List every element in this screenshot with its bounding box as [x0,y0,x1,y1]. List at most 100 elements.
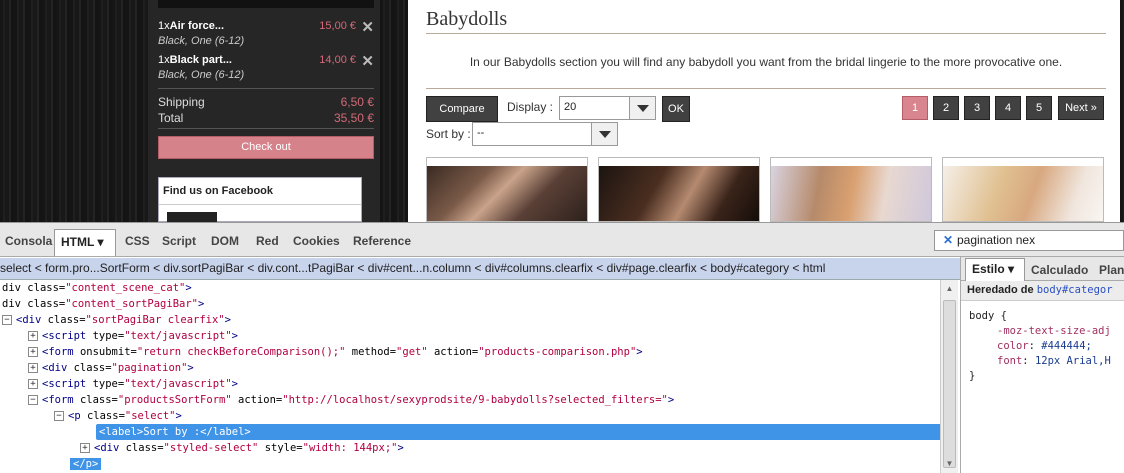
product-thumbnail[interactable] [426,157,588,222]
breadcrumb-item[interactable]: div.sortPagiBar [163,261,243,275]
chevron-down-icon[interactable] [629,97,655,119]
pagination-page[interactable]: 3 [964,96,990,120]
html-tree-node[interactable]: + <script type="text/javascript"> [28,376,238,392]
scrollbar-thumb[interactable] [943,300,956,468]
expand-node-icon[interactable]: + [28,347,38,357]
html-tree-node[interactable]: + <form onsubmit="return checkBeforeCompa… [28,344,643,360]
css-declaration[interactable]: -moz-text-size-adj [969,324,1111,339]
category-description: In our Babydolls section you will find a… [469,55,1063,69]
css-declaration[interactable]: color: #444444; [969,339,1111,354]
html-tree-node[interactable]: − <form class="productsSortForm" action="… [28,392,674,408]
html-tree-node-text: <div class="sortPagiBar clearfix"> [16,314,231,326]
chevron-down-icon[interactable] [591,123,617,145]
product-thumbnail[interactable] [770,157,932,222]
product-thumbnail[interactable] [942,157,1104,222]
total-value: 35,50 € [333,111,374,125]
website-viewport: 1xAir force... 15,00 € ✕ Black, One (6-1… [0,0,1124,222]
tab-css[interactable]: CSS [125,234,150,248]
tab-layout[interactable]: Plant [1099,263,1124,277]
css-rule-block[interactable]: body { -moz-text-size-adj color: #444444… [969,309,1111,384]
remove-item-icon[interactable]: ✕ [361,52,374,70]
cart-item-name[interactable]: 1xAir force... [158,20,224,32]
breadcrumb-item[interactable]: div#columns.clearfix [485,261,593,275]
pagination-page-current[interactable]: 1 [902,96,928,120]
breadcrumb-item[interactable]: form.pro...SortForm [45,261,150,275]
remove-item-icon[interactable]: ✕ [361,18,374,36]
html-tree-node-text: <script type="text/javascript"> [42,378,238,390]
element-breadcrumb: select < form.pro...SortForm < div.sortP… [0,258,960,280]
html-tree-node[interactable]: − <p class="select"> [54,408,182,424]
scroll-down-arrow-icon[interactable]: ▼ [941,457,958,471]
shipping-value: 6,50 € [340,95,374,109]
search-query[interactable]: pagination nex [957,231,1035,250]
devtools-search-field[interactable]: ✕ pagination nex [934,230,1124,251]
inherited-link[interactable]: body#categor [1037,284,1113,296]
cart-item-attributes: Black, One (6-12) [158,69,245,81]
expand-node-icon[interactable]: + [80,443,90,453]
breadcrumb-item[interactable]: select [0,261,31,275]
pagination-page[interactable]: 5 [1026,96,1052,120]
product-thumbnail[interactable] [598,157,760,222]
style-side-panel: Estilo ▾ Calculado Plant Heredado de bod… [960,257,1124,473]
tab-console[interactable]: Consola [5,234,52,248]
collapse-node-icon[interactable]: − [54,411,64,421]
html-tree-node[interactable]: <label>Sort by :</label> [80,424,940,440]
tab-net[interactable]: Red [256,234,279,248]
expand-node-icon[interactable]: + [28,379,38,389]
facebook-page-thumbnail[interactable] [167,212,217,222]
cart-block: 1xAir force... 15,00 € ✕ Black, One (6-1… [148,0,380,222]
expand-node-icon[interactable]: + [28,363,38,373]
tab-style[interactable]: Estilo ▾ [965,258,1025,281]
page-title: Babydolls [426,8,508,30]
html-tree-node[interactable]: div class="content_sortPagiBar"> [2,296,204,312]
css-selector-close: } [969,370,976,382]
pagination-page[interactable]: 4 [995,96,1021,120]
html-tree-node[interactable]: − <div class="sortPagiBar clearfix"> [2,312,231,328]
product-image[interactable] [771,166,931,221]
compare-button[interactable]: Compare [426,96,498,122]
breadcrumb-item[interactable]: div#cent...n.column [368,261,471,275]
breadcrumb-item[interactable]: div#page.clearfix [607,261,697,275]
collapse-node-icon[interactable]: − [2,315,12,325]
pagination-page[interactable]: 2 [933,96,959,120]
tab-dom[interactable]: DOM [211,234,239,248]
tab-computed[interactable]: Calculado [1031,263,1088,277]
chevron-down-icon[interactable]: ▾ [1008,262,1014,276]
scroll-up-arrow-icon[interactable]: ▲ [941,282,958,296]
chevron-down-icon[interactable]: ▾ [97,235,103,249]
html-tree-node-text: div class="content_scene_cat"> [2,282,192,294]
html-tree-node[interactable]: + <script type="text/javascript"> [28,328,238,344]
breadcrumb-item[interactable]: body#category [710,261,789,275]
html-tree-node[interactable]: </p> [54,456,102,472]
tab-reference[interactable]: Reference [353,234,411,248]
tab-cookies[interactable]: Cookies [293,234,340,248]
firebug-panel: Consola HTML ▾ CSS Script DOM Red Cookie… [0,222,1124,473]
cart-item-name[interactable]: 1xBlack part... [158,54,232,66]
html-tree-node[interactable]: div class="content_scene_cat"> [2,280,192,296]
product-image[interactable] [427,166,587,221]
collapse-node-icon[interactable]: − [28,395,38,405]
html-tree-node-text: </p> [70,458,102,470]
pagination-next-button[interactable]: Next » [1058,96,1104,120]
html-tree-view[interactable]: div class="content_scene_cat">div class=… [0,280,940,473]
breadcrumb-item[interactable]: html [803,261,826,275]
tab-script[interactable]: Script [162,234,196,248]
checkout-button[interactable]: Check out [158,136,374,159]
sort-select[interactable]: -- [472,122,618,146]
cart-item-attributes: Black, One (6-12) [158,35,245,47]
product-image[interactable] [943,166,1103,221]
html-tree-node[interactable]: + <div class="styled-select" style="width… [80,440,404,456]
expand-node-icon[interactable]: + [28,331,38,341]
tab-html[interactable]: HTML ▾ [54,229,116,256]
html-tree-node[interactable]: + <div class="pagination"> [28,360,194,376]
clear-search-icon[interactable]: ✕ [943,231,953,250]
css-declaration[interactable]: font: 12px Arial,H [969,354,1111,369]
ok-button[interactable]: OK [662,96,690,122]
html-tree-scrollbar[interactable]: ▲ ▼ [940,280,958,473]
divider [159,204,361,205]
total-row: Total 35,50 € [158,111,374,125]
breadcrumb-item[interactable]: div.cont...tPagiBar [258,261,355,275]
product-image[interactable] [599,166,759,221]
display-select[interactable]: 20 [559,96,656,120]
sort-select-value: -- [477,127,485,139]
